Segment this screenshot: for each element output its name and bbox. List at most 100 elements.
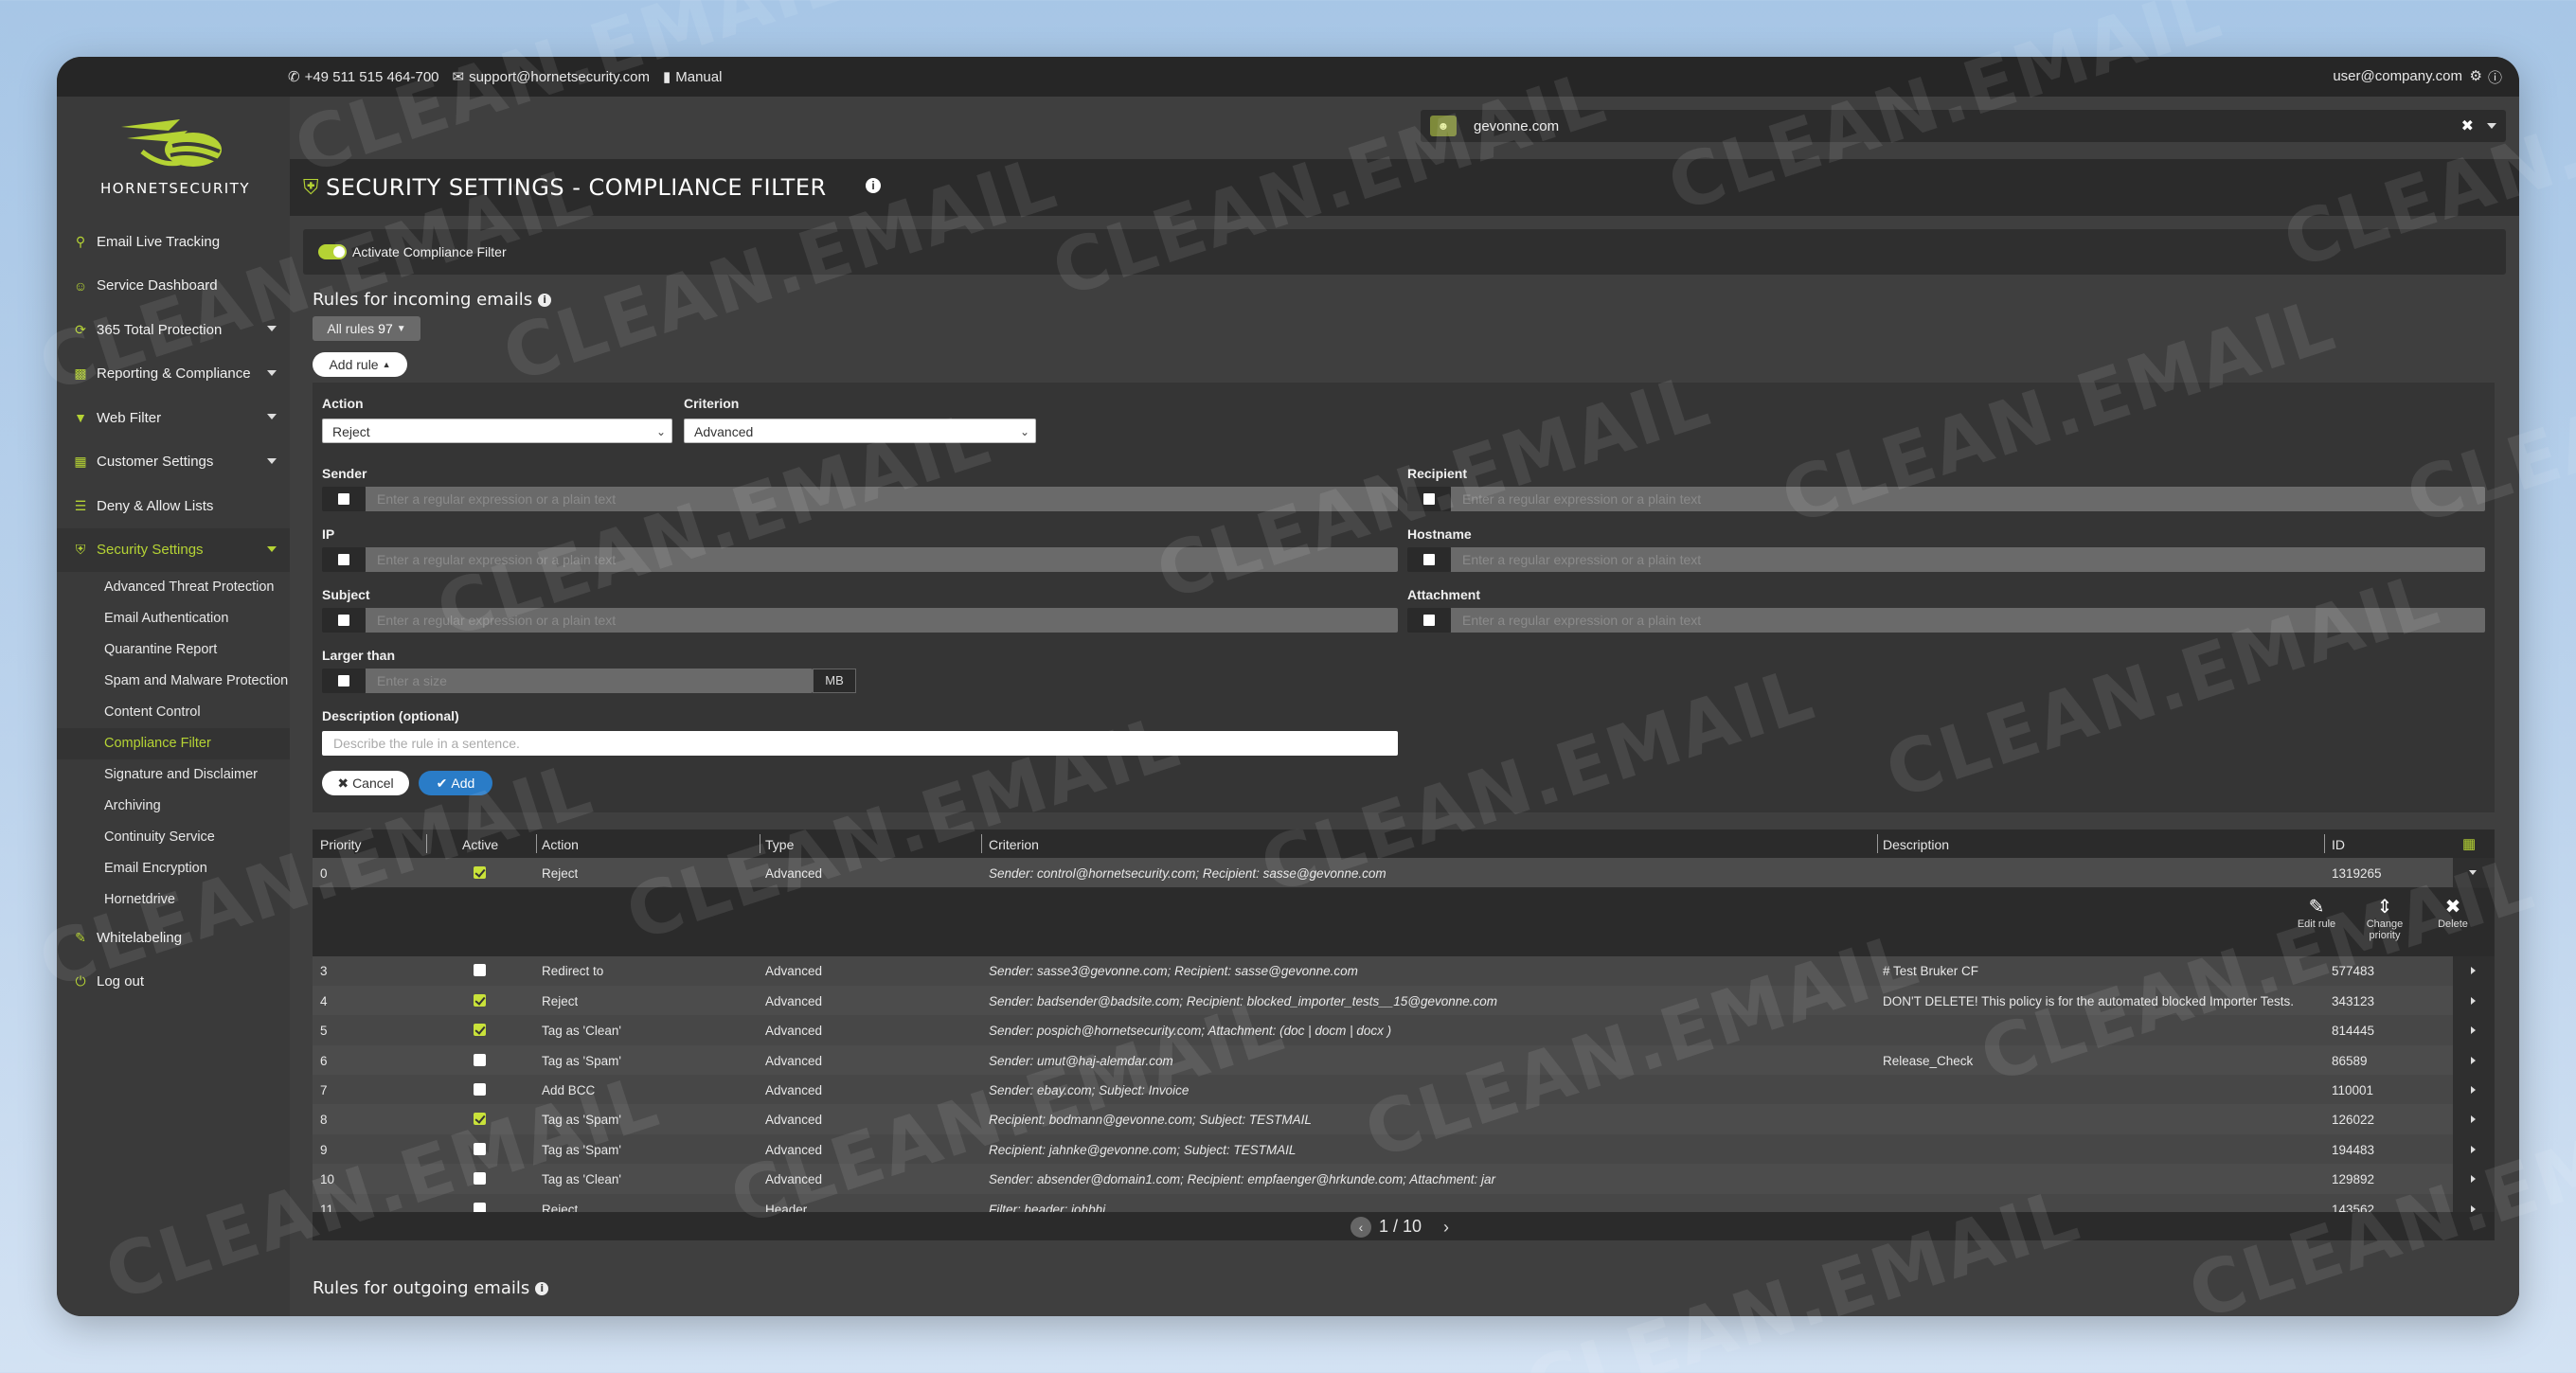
- recipient-checkbox[interactable]: [1407, 487, 1451, 511]
- table-row[interactable]: 4 Reject Advanced Sender: badsender@badsite…: [313, 985, 2495, 1016]
- email-contact[interactable]: ✉ support@hornetsecurity.com: [453, 68, 650, 86]
- subitem-email-authentication[interactable]: Email Authentication: [57, 603, 290, 634]
- phone-contact[interactable]: ✆ +49 511 515 464-700: [288, 68, 439, 86]
- cell-action: Tag as 'Spam': [542, 1142, 621, 1157]
- expand-row-icon[interactable]: [2453, 1164, 2495, 1194]
- ip-input[interactable]: Enter a regular expression or a plain te…: [366, 547, 1398, 572]
- active-checkbox[interactable]: [474, 866, 486, 879]
- table-row[interactable]: 3 Redirect to Advanced Sender: sasse3@gevon…: [313, 955, 2495, 986]
- sidebar-item-customer-settings[interactable]: ▦ Customer Settings: [57, 440, 290, 485]
- sidebar-item-reporting-compliance[interactable]: ▩ Reporting & Compliance: [57, 352, 290, 397]
- col-description[interactable]: Description: [1883, 837, 1949, 852]
- activate-toggle[interactable]: [318, 244, 347, 259]
- expand-row-icon[interactable]: [2453, 1015, 2495, 1045]
- subitem-content-control[interactable]: Content Control: [57, 697, 290, 728]
- cancel-button[interactable]: ✖ Cancel: [322, 771, 409, 795]
- subject-checkbox[interactable]: [322, 608, 366, 633]
- subitem-quarantine-report[interactable]: Quarantine Report: [57, 634, 290, 666]
- col-active[interactable]: Active: [462, 837, 498, 852]
- cell-criterion: Sender: umut@haj-alemdar.com: [989, 1054, 1869, 1068]
- prev-page-button[interactable]: ‹: [1351, 1217, 1371, 1238]
- active-checkbox[interactable]: [474, 1113, 486, 1126]
- expand-row-icon[interactable]: [2453, 1133, 2495, 1165]
- expand-row-icon[interactable]: [2453, 1104, 2495, 1134]
- settings-icon[interactable]: ⚙: [2470, 67, 2482, 87]
- expand-row-icon[interactable]: [2453, 1044, 2495, 1075]
- col-criterion[interactable]: Criterion: [989, 837, 1039, 852]
- info-icon[interactable]: i: [866, 178, 881, 193]
- brand-logo[interactable]: HORNETSECURITY: [95, 110, 256, 205]
- collapse-row-icon[interactable]: [2453, 858, 2495, 888]
- sidebar-item-365-total-protection[interactable]: ⟳ 365 Total Protection: [57, 308, 290, 352]
- table-row[interactable]: 0 Reject Advanced Sender: control@hornetsec…: [313, 858, 2495, 888]
- active-checkbox[interactable]: [474, 1083, 486, 1096]
- attachment-input[interactable]: Enter a regular expression or a plain te…: [1451, 608, 2485, 633]
- table-row[interactable]: 7 Add BCC Advanced Sender: ebay.com; Subjec…: [313, 1075, 2495, 1105]
- subitem-advanced-threat-protection[interactable]: Advanced Threat Protection: [57, 572, 290, 603]
- sidebar-item-service-dashboard[interactable]: ☺ Service Dashboard: [57, 264, 290, 309]
- subitem-signature-disclaimer[interactable]: Signature and Disclaimer: [57, 759, 290, 791]
- sidebar-item-web-filter[interactable]: ▼ Web Filter: [57, 396, 290, 440]
- subitem-continuity-service[interactable]: Continuity Service: [57, 822, 290, 853]
- subitem-spam-malware-protection[interactable]: Spam and Malware Protection: [57, 666, 290, 697]
- change-priority-button[interactable]: ⇕ Change priority: [2356, 896, 2413, 941]
- recipient-input[interactable]: Enter a regular expression or a plain te…: [1451, 487, 2485, 511]
- active-checkbox[interactable]: [474, 964, 486, 977]
- expand-row-icon[interactable]: [2453, 955, 2495, 986]
- info-icon[interactable]: ⓘ: [2488, 67, 2502, 87]
- next-page-button[interactable]: ›: [1436, 1217, 1457, 1238]
- sender-input[interactable]: Enter a regular expression or a plain te…: [366, 487, 1398, 511]
- active-checkbox[interactable]: [474, 1142, 486, 1155]
- add-rule-button[interactable]: Add rule ▲: [313, 352, 407, 377]
- sender-checkbox[interactable]: [322, 487, 366, 511]
- criterion-select[interactable]: Advanced ⌄: [684, 419, 1036, 443]
- subitem-hornetdrive[interactable]: Hornetdrive: [57, 884, 290, 916]
- sidebar-item-security-settings[interactable]: ⛨ Security Settings: [57, 527, 290, 572]
- active-checkbox[interactable]: [474, 1053, 486, 1066]
- sidebar-item-log-out[interactable]: ⏻ Log out: [57, 960, 290, 1005]
- sidebar-item-whitelabeling[interactable]: ✎ Whitelabeling: [57, 916, 290, 960]
- col-action[interactable]: Action: [542, 837, 579, 852]
- expand-row-icon[interactable]: [2453, 1075, 2495, 1105]
- description-input[interactable]: Describe the rule in a sentence.: [322, 731, 1398, 756]
- ip-checkbox[interactable]: [322, 547, 366, 572]
- info-icon[interactable]: i: [535, 1282, 549, 1295]
- rules-filter-dropdown[interactable]: All rules 97 ▼: [313, 316, 420, 341]
- info-icon[interactable]: i: [538, 294, 552, 307]
- size-checkbox[interactable]: [322, 669, 366, 693]
- action-select[interactable]: Reject ⌄: [322, 419, 672, 443]
- subitem-archiving[interactable]: Archiving: [57, 791, 290, 822]
- subitem-compliance-filter[interactable]: Compliance Filter: [57, 728, 290, 759]
- table-row[interactable]: 8 Tag as 'Spam' Advanced Recipient: bodmann…: [313, 1104, 2495, 1134]
- domain-name: gevonne.com: [1474, 118, 1560, 134]
- edit-rule-button[interactable]: ✎ Edit rule: [2288, 896, 2345, 930]
- col-type[interactable]: Type: [765, 837, 794, 852]
- delete-rule-button[interactable]: ✖ Delete: [2424, 896, 2481, 930]
- sidebar-item-deny-allow-lists[interactable]: ☰ Deny & Allow Lists: [57, 484, 290, 528]
- clear-domain-icon[interactable]: ✖: [2461, 116, 2474, 135]
- table-row[interactable]: 5 Tag as 'Clean' Advanced Sender: pospich@h…: [313, 1015, 2495, 1045]
- sidebar-item-email-live-tracking[interactable]: ⚲ Email Live Tracking: [57, 220, 290, 264]
- table-row[interactable]: 6 Tag as 'Spam' Advanced Sender: umut@haj-a…: [313, 1044, 2495, 1075]
- criterion-key: Subject:: [1183, 1142, 1230, 1157]
- table-row[interactable]: 10 Tag as 'Clean' Advanced Sender: absender…: [313, 1164, 2495, 1194]
- user-email[interactable]: user@company.com: [2333, 68, 2462, 84]
- expand-row-icon[interactable]: [2453, 985, 2495, 1016]
- chevron-down-icon[interactable]: [2487, 123, 2496, 129]
- attachment-checkbox[interactable]: [1407, 608, 1451, 633]
- hostname-input[interactable]: Enter a regular expression or a plain te…: [1451, 547, 2485, 572]
- col-id[interactable]: ID: [2332, 837, 2345, 852]
- hostname-checkbox[interactable]: [1407, 547, 1451, 572]
- subject-input[interactable]: Enter a regular expression or a plain te…: [366, 608, 1398, 633]
- size-input[interactable]: Enter a size: [366, 669, 813, 693]
- add-button[interactable]: ✔ Add: [419, 771, 492, 795]
- active-checkbox[interactable]: [474, 1172, 486, 1186]
- domain-selector[interactable]: ☻ gevonne.com ✖: [1421, 110, 2506, 142]
- active-checkbox[interactable]: [474, 1024, 486, 1037]
- active-checkbox[interactable]: [474, 993, 486, 1007]
- col-priority[interactable]: Priority: [320, 837, 362, 852]
- manual-link[interactable]: ▮ Manual: [663, 68, 722, 86]
- table-row[interactable]: 9 Tag as 'Spam' Advanced Recipient: jahnke@…: [313, 1133, 2495, 1165]
- columns-config-icon[interactable]: ▦: [2462, 835, 2476, 852]
- subitem-email-encryption[interactable]: Email Encryption: [57, 853, 290, 884]
